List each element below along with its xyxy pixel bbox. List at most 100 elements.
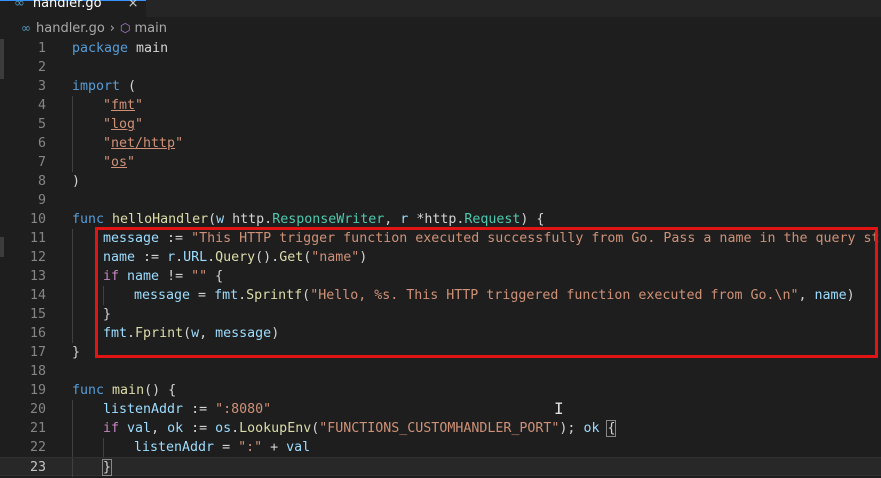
indent-guide — [72, 458, 73, 477]
indent-guide — [72, 248, 73, 267]
code-token: w — [216, 212, 225, 227]
code-line[interactable]: 1 package main — [0, 39, 881, 58]
breadcrumb: ∞ handler.go › ⬡ main — [0, 17, 881, 39]
code-token: URL — [183, 250, 208, 265]
code-token: *http. — [408, 212, 465, 227]
code-line[interactable]: 2 — [0, 58, 881, 77]
line-number: 7 — [37, 155, 46, 170]
code-line[interactable]: 20 listenAddr := ":8080" — [0, 400, 881, 419]
code-line[interactable]: 18 — [0, 362, 881, 381]
close-icon[interactable]: × — [128, 0, 139, 11]
code-token: ":8080" — [215, 402, 272, 417]
code-token: helloHandler — [112, 212, 209, 227]
code-token: val — [286, 440, 311, 455]
code-token: != — [159, 269, 192, 284]
code-line[interactable]: 19 func main() { — [0, 381, 881, 400]
code-token: os — [111, 155, 128, 170]
code-token: " — [103, 98, 112, 113]
code-token: (). — [255, 250, 280, 265]
code-line[interactable]: 10 func helloHandler(w http.ResponseWrite… — [0, 210, 881, 229]
code-token: name — [814, 288, 847, 303]
line-number: 2 — [37, 60, 46, 75]
code-line[interactable]: 21 if val, ok := os.LookupEnv("FUNCTIONS_… — [0, 419, 881, 438]
editor-tab-bar: ∞ handler.go × — [0, 0, 881, 17]
breadcrumb-symbol[interactable]: main — [134, 21, 166, 36]
line-number: 18 — [29, 364, 46, 379]
code-token: ) — [846, 288, 855, 303]
code-token: ok — [583, 421, 600, 436]
code-token: main — [128, 41, 169, 56]
code-line[interactable]: 12 name := r.URL.Query().Get("name") — [0, 248, 881, 267]
code-line[interactable]: 4 "fmt" — [0, 96, 881, 115]
code-token: fmt — [214, 288, 239, 303]
indent-guide — [72, 419, 73, 438]
code-line[interactable]: 17} — [0, 343, 881, 362]
code-text: } — [103, 305, 111, 324]
code-line[interactable]: 14 message = fmt.Sprintf("Hello, %s. This… — [0, 286, 881, 305]
code-line[interactable]: 7 "os" — [0, 153, 881, 172]
code-token: ); — [559, 421, 584, 436]
code-text: listenAddr = ":" + val — [134, 438, 310, 457]
line-number: 5 — [37, 117, 46, 132]
code-token: . — [238, 288, 247, 303]
code-line[interactable]: 16 fmt.Fprint(w, message) — [0, 324, 881, 343]
code-token: " — [103, 155, 112, 170]
code-token: listenAddr — [134, 440, 215, 455]
code-token: "This HTTP trigger function executed suc… — [191, 231, 881, 246]
line-number: 4 — [37, 98, 46, 113]
code-line[interactable]: 6 "net/http" — [0, 134, 881, 153]
code-token: ) — [271, 326, 280, 341]
code-token: " — [135, 98, 144, 113]
code-line[interactable]: 5 "log" — [0, 115, 881, 134]
code-token: . — [231, 421, 240, 436]
code-line[interactable]: 23} — [0, 457, 881, 477]
line-number: 1 — [37, 41, 46, 56]
code-token: = — [214, 440, 239, 455]
code-text: } — [72, 343, 80, 362]
line-number: 23 — [29, 460, 46, 475]
code-token: ( — [120, 79, 137, 94]
code-token: Get — [279, 250, 304, 265]
code-line[interactable]: 9 — [0, 191, 881, 210]
code-text: "fmt" — [103, 96, 143, 115]
code-token: val — [127, 421, 152, 436]
code-token: log — [111, 117, 136, 132]
indent-guide — [72, 115, 73, 134]
line-number: 10 — [29, 212, 46, 227]
line-number: 8 — [37, 174, 46, 189]
code-text: listenAddr := ":8080" — [103, 400, 271, 419]
indent-guide — [72, 400, 73, 419]
code-text: func main() { — [72, 381, 176, 400]
code-line[interactable]: 3 import ( — [0, 77, 881, 96]
code-line[interactable]: 15} — [0, 305, 881, 324]
code-token: message — [215, 326, 272, 341]
indent-guide — [72, 324, 73, 343]
code-token: } — [72, 345, 81, 360]
indent-guide — [72, 229, 73, 248]
code-line[interactable]: 8) — [0, 172, 881, 191]
code-token: + — [262, 440, 287, 455]
code-editor[interactable]: 1 package main 2 3 import (4 "fmt" 5 "log" 6 "net… — [0, 39, 881, 478]
tab-handler-go[interactable]: ∞ handler.go × — [0, 0, 146, 17]
code-token: fmt — [111, 98, 136, 113]
code-text: "log" — [103, 115, 143, 134]
code-text: message := "This HTTP trigger function e… — [103, 229, 881, 248]
code-token: message — [134, 288, 191, 303]
code-text: } — [101, 458, 113, 477]
breadcrumb-file[interactable]: handler.go — [36, 21, 105, 36]
code-token: , — [798, 288, 815, 303]
code-token: := — [159, 231, 192, 246]
line-number: 12 — [29, 250, 46, 265]
code-line[interactable]: 22 listenAddr = ":" + val — [0, 438, 881, 457]
code-token: import — [72, 79, 121, 94]
code-line[interactable]: 11 message := "This HTTP trigger function… — [0, 229, 881, 248]
code-token: r — [167, 250, 176, 265]
indent-guide — [72, 96, 73, 115]
indent-guide — [72, 438, 73, 457]
go-file-icon: ∞ — [21, 21, 31, 35]
breadcrumb-separator: › — [109, 20, 115, 36]
code-line[interactable]: 13 if name != "" { — [0, 267, 881, 286]
code-token: . — [127, 326, 136, 341]
indent-guide — [72, 305, 73, 324]
code-token: ":" — [238, 440, 263, 455]
